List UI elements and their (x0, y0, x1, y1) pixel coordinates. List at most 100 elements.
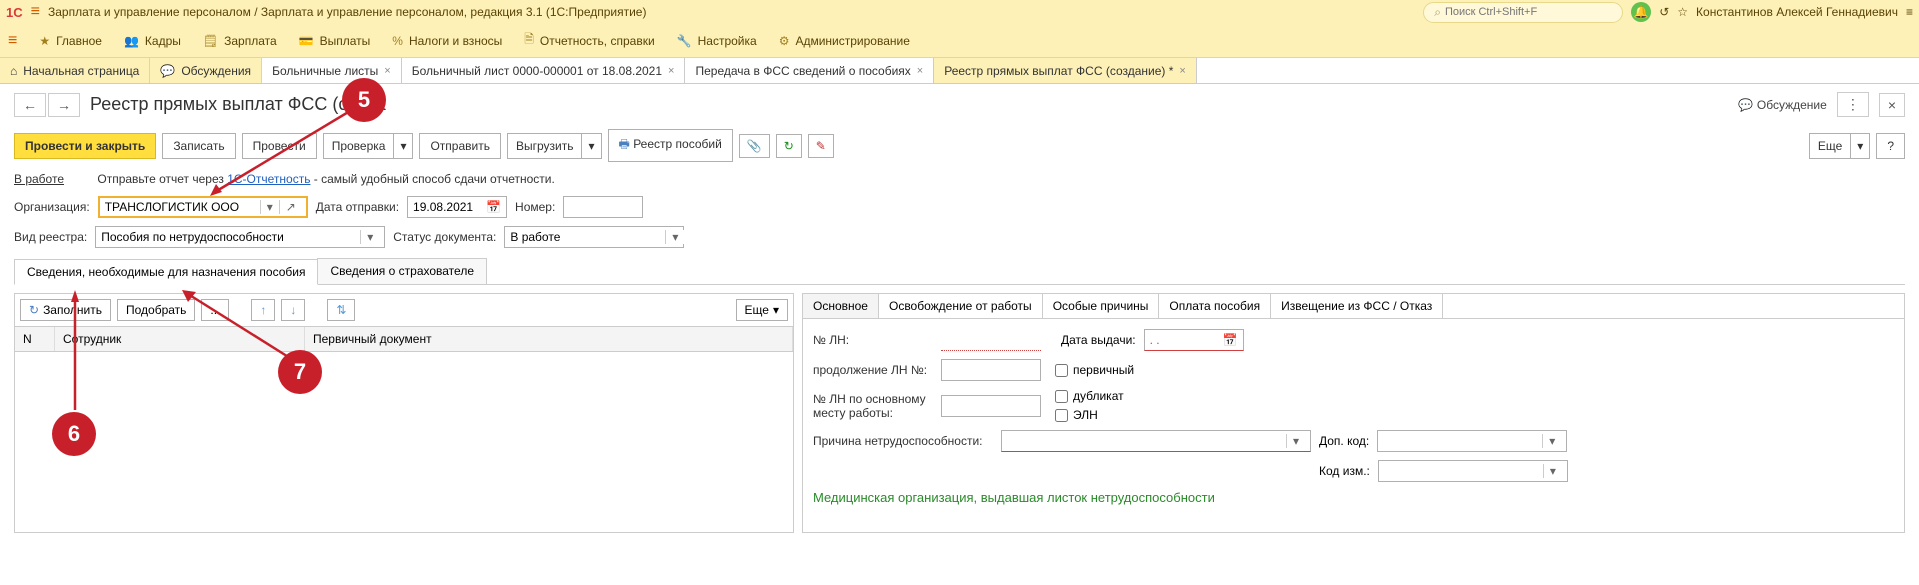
ln-main-label: № ЛН по основному месту работы: (813, 392, 933, 420)
calendar-icon[interactable]: 📅 (1223, 333, 1238, 347)
burger-icon[interactable]: ≡ (31, 3, 40, 21)
detail-tab-fss-notice[interactable]: Извещение из ФСС / Отказ (1271, 294, 1443, 318)
help-button[interactable]: ? (1876, 133, 1905, 159)
close-icon[interactable]: × (384, 65, 390, 77)
chevron-down-icon[interactable]: ▾ (360, 230, 379, 244)
status-link[interactable]: В работе (14, 172, 64, 186)
issue-date-field[interactable]: . . 📅 (1144, 329, 1244, 351)
tab-home[interactable]: ⌂Начальная страница (0, 58, 150, 83)
menu-toggle-icon[interactable]: ≡ (8, 32, 17, 50)
number-input[interactable] (563, 196, 643, 218)
sub-tab-benefit-info[interactable]: Сведения, необходимые для назначения пос… (14, 259, 318, 285)
list-more-button[interactable]: Еще ▾ (736, 299, 788, 321)
clear-button[interactable]: ✎ (808, 134, 834, 158)
export-button[interactable]: Выгрузить▾ (507, 133, 602, 159)
chevron-down-icon[interactable]: ▾ (665, 230, 684, 244)
tab-discussions[interactable]: 💬Обсуждения (150, 58, 262, 83)
sub-tab-insurer-info[interactable]: Сведения о страхователе (317, 258, 487, 284)
chevron-down-icon: ▾ (773, 303, 779, 317)
menu-kadry[interactable]: 👥Кадры (124, 34, 181, 48)
med-org-section-title: Медицинская организация, выдавшая листок… (813, 490, 1894, 505)
menu-nastroika[interactable]: 🔧Настройка (677, 34, 757, 48)
chevron-down-icon[interactable]: ▾ (1286, 434, 1305, 448)
issue-date-label: Дата выдачи: (1061, 333, 1136, 347)
attach-button[interactable]: 📎 (739, 134, 770, 158)
doc-status-field[interactable]: ▾ (504, 226, 684, 248)
org-input[interactable] (105, 200, 260, 214)
chevron-down-icon[interactable]: ▾ (1850, 134, 1869, 158)
discussion-link[interactable]: 💬Обсуждение (1738, 98, 1827, 112)
fill-button[interactable]: ↻Заполнить (20, 299, 111, 321)
reason-field[interactable]: ▾ (1001, 430, 1311, 452)
send-button[interactable]: Отправить (419, 133, 501, 159)
chk-eln[interactable]: ЭЛН (1055, 408, 1124, 422)
detail-tab-special[interactable]: Особые причины (1043, 294, 1160, 318)
chevron-down-icon[interactable]: ▾ (581, 134, 600, 158)
chk-duplicate[interactable]: дубликат (1055, 389, 1124, 403)
back-button[interactable]: ← (14, 93, 46, 117)
sort-button[interactable]: ⇅ (327, 299, 355, 321)
addcode-field[interactable]: ▾ (1377, 430, 1567, 452)
ln-num-input[interactable] (941, 329, 1041, 351)
refresh-button[interactable]: ↻ (776, 134, 802, 158)
tab-fss-registry[interactable]: Реестр прямых выплат ФСС (создание) *× (934, 58, 1197, 83)
callout-6: 6 (52, 412, 96, 456)
col-document[interactable]: Первичный документ (305, 327, 793, 351)
type-field[interactable]: ▾ (95, 226, 385, 248)
close-form[interactable]: × (1879, 93, 1905, 117)
search-input-container[interactable]: ⌕ (1423, 2, 1623, 23)
open-icon[interactable]: ↗ (279, 200, 302, 214)
detail-tabs: Основное Освобождение от работы Особые п… (803, 294, 1904, 319)
search-input[interactable] (1445, 6, 1612, 18)
chk-primary[interactable]: первичный (1055, 363, 1134, 377)
menu-zarplata[interactable]: 🗒Зарплата (203, 34, 277, 48)
doc-status-input[interactable] (510, 230, 665, 244)
send-date-field[interactable]: 19.08.2021 📅 (407, 196, 507, 218)
send-date-label: Дата отправки: (316, 200, 399, 214)
changecode-field[interactable]: ▾ (1378, 460, 1568, 482)
tab-fss-transfer[interactable]: Передача в ФСС сведений о пособиях× (685, 58, 934, 83)
username[interactable]: Константинов Алексей Геннадиевич (1696, 5, 1898, 19)
detail-tab-payment[interactable]: Оплата пособия (1159, 294, 1271, 318)
menu-main[interactable]: ★Главное (39, 34, 102, 48)
menu-vyplaty[interactable]: 💳Выплаты (299, 34, 371, 48)
close-icon[interactable]: × (668, 65, 674, 77)
type-input[interactable] (101, 230, 360, 244)
org-label: Организация: (14, 200, 90, 214)
app-title: Зарплата и управление персоналом / Зарпл… (48, 5, 647, 19)
ln-main-input[interactable] (941, 395, 1041, 417)
form-row-type: Вид реестра: ▾ Статус документа: ▾ (0, 222, 1919, 252)
reason-label: Причина нетрудоспособности: (813, 434, 993, 448)
chevron-down-icon[interactable]: ▾ (393, 134, 412, 158)
save-close-button[interactable]: Провести и закрыть (14, 133, 156, 159)
chevron-down-icon[interactable]: ▾ (1542, 434, 1561, 448)
col-n[interactable]: N (15, 327, 55, 351)
chevron-down-icon[interactable]: ▾ (1543, 464, 1562, 478)
registry-button[interactable]: 🖶 Реестр пособий (608, 129, 733, 162)
menu-otchet[interactable]: 🗎Отчетность, справки (524, 30, 654, 51)
chevron-down-icon[interactable]: ▾ (260, 200, 279, 214)
nav-tabs: ⌂Начальная страница 💬Обсуждения Больничн… (0, 58, 1919, 84)
more-button[interactable]: Еще▾ (1809, 133, 1870, 159)
overflow-icon[interactable]: ≡ (1906, 5, 1913, 19)
callout-5: 5 (342, 78, 386, 122)
history-icon[interactable]: ↺ (1659, 5, 1669, 19)
kebab-menu[interactable]: ⋮ (1837, 92, 1869, 117)
detail-tab-main[interactable]: Основное (803, 294, 879, 318)
doc-status-label: Статус документа: (393, 230, 496, 244)
menu-admin[interactable]: ⚙Администрирование (779, 34, 910, 48)
star-icon[interactable]: ☆ (1677, 5, 1688, 19)
chat-icon: 💬 (160, 64, 175, 78)
forward-button[interactable]: → (48, 93, 80, 117)
cont-input[interactable] (941, 359, 1041, 381)
close-icon[interactable]: × (1179, 65, 1185, 77)
fill-icon: ↻ (29, 303, 39, 317)
calendar-icon[interactable]: 📅 (486, 200, 501, 214)
tab-sicklist-doc[interactable]: Больничный лист 0000-000001 от 18.08.202… (402, 58, 686, 83)
bell-icon[interactable]: 🔔 (1631, 2, 1651, 22)
menu-nalogi[interactable]: %Налоги и взносы (392, 34, 502, 48)
tab-sicklists[interactable]: Больничные листы× (262, 58, 402, 83)
grid-body[interactable] (15, 352, 793, 532)
detail-tab-leave[interactable]: Освобождение от работы (879, 294, 1043, 318)
close-icon[interactable]: × (917, 65, 923, 77)
